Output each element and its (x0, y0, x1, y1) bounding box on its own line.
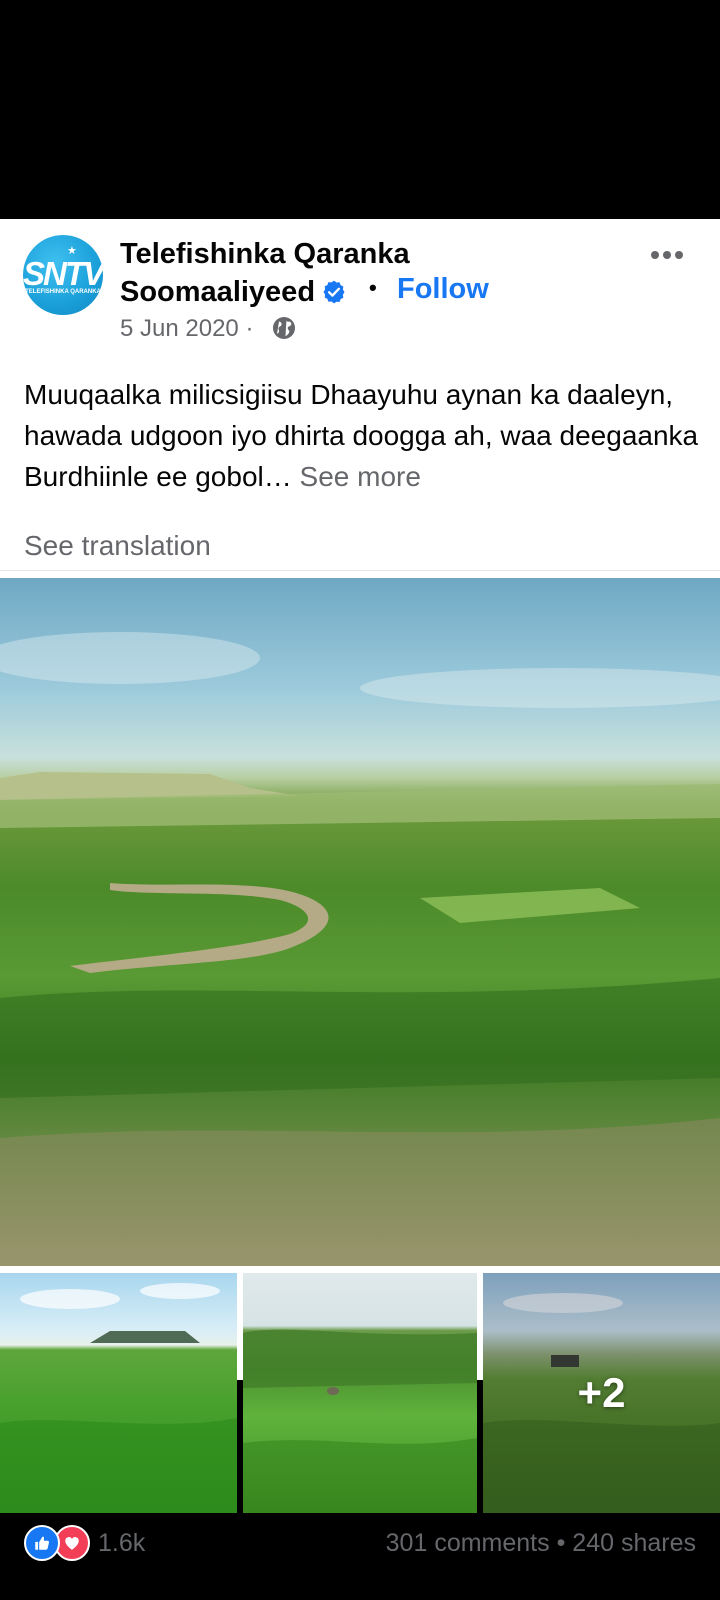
page-avatar[interactable]: ★ SNTV TELEFISHINKA QARANKA (23, 235, 103, 315)
post-text: Muuqaalka milicsigiisu Dhaayuhu aynan ka… (24, 374, 704, 497)
verified-badge-icon (323, 280, 345, 304)
page-name-line1: Telefishinka Qaranka (120, 238, 410, 270)
reactions-summary[interactable]: 1.6k (24, 1525, 145, 1561)
more-options-icon[interactable] (649, 249, 685, 261)
shares-count-link[interactable]: 240 shares (572, 1529, 696, 1557)
follow-button[interactable]: Follow (397, 273, 489, 306)
engagement-stats: 301 comments • 240 shares (386, 1529, 696, 1558)
comments-count-link[interactable]: 301 comments (386, 1529, 550, 1557)
avatar-logo-subtext: TELEFISHINKA QARANKA (25, 289, 101, 295)
thumbnail-2-illustration (243, 1329, 477, 1513)
avatar-logo-text: SNTV (23, 255, 103, 292)
main-photo[interactable] (0, 578, 720, 1266)
stats-separator: • (556, 1529, 566, 1557)
photo-thumbnail-3[interactable]: +2 (483, 1273, 720, 1513)
globe-icon[interactable] (272, 316, 296, 340)
landscape-illustration (0, 632, 720, 1266)
reaction-count: 1.6k (98, 1528, 146, 1557)
see-translation-link[interactable]: See translation (24, 530, 211, 562)
photo-thumbnail-1[interactable] (0, 1273, 237, 1513)
more-photos-count: +2 (577, 1369, 626, 1416)
follow-separator: • (369, 275, 377, 300)
photo-thumbnail-2[interactable] (243, 1273, 477, 1513)
post-card: ★ SNTV TELEFISHINKA QARANKA Telefishinka… (0, 219, 720, 1561)
page-name-line2: Soomaaliyeed (120, 276, 316, 308)
divider (0, 570, 720, 571)
page-name[interactable]: Telefishinka Qaranka Soomaaliyeed (120, 235, 440, 311)
post-date[interactable]: 5 Jun 2020 · (120, 315, 253, 343)
thumbnail-1-illustration (0, 1283, 237, 1513)
see-more-link[interactable]: See more (300, 461, 421, 492)
like-reaction-icon (24, 1525, 60, 1561)
